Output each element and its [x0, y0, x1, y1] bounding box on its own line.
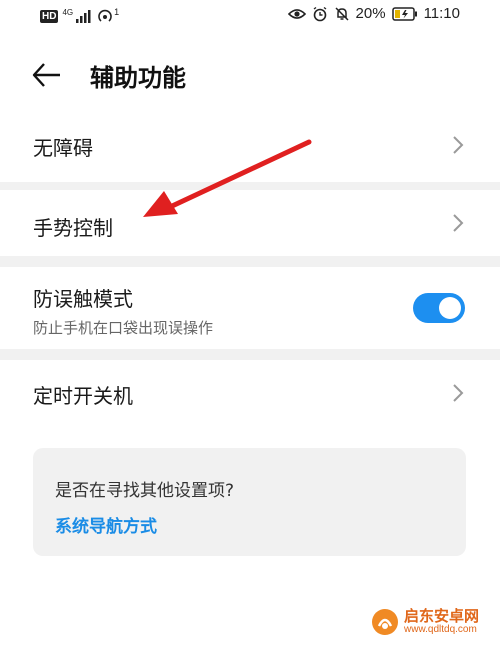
- watermark-title: 启东安卓网: [404, 607, 480, 625]
- settings-row-gesture-control[interactable]: 手势控制: [0, 190, 500, 256]
- suggestion-question: 是否在寻找其他设置项?: [55, 481, 235, 501]
- page-title: 辅助功能: [90, 64, 186, 92]
- chevron-right-icon: [453, 214, 464, 232]
- watermark-url: www.qdltdq.com: [404, 624, 477, 635]
- row-label: 定时开关机: [33, 384, 133, 408]
- section-divider: [0, 349, 500, 360]
- status-bar: HD 4G 1 20% 11:10: [0, 0, 500, 32]
- pocket-mode-toggle[interactable]: [413, 293, 465, 323]
- sim-index: 1: [114, 7, 120, 17]
- status-bar-right: 20% 11:10: [287, 5, 460, 22]
- chevron-right-icon: [453, 384, 464, 402]
- network-type: 4G: [62, 8, 74, 17]
- battery-icon: [391, 6, 417, 21]
- row-label: 无障碍: [33, 136, 93, 160]
- row-label: 手势控制: [33, 216, 113, 240]
- settings-row-scheduled-power[interactable]: 定时开关机: [0, 360, 500, 426]
- header: 辅助功能: [0, 50, 500, 100]
- battery-percent: 20%: [355, 5, 386, 22]
- alarm-icon: [313, 6, 326, 21]
- settings-row-accessibility[interactable]: 无障碍: [0, 108, 500, 182]
- eye-comfort-icon: [287, 8, 306, 19]
- signal-icon: [76, 10, 91, 23]
- back-button[interactable]: [30, 60, 70, 90]
- chevron-right-icon: [453, 136, 464, 154]
- suggestion-card: 是否在寻找其他设置项? 系统导航方式: [33, 448, 466, 556]
- back-arrow-icon: [32, 63, 60, 87]
- section-divider: [0, 256, 500, 267]
- watermark: 启东安卓网 www.qdltdq.com: [372, 608, 479, 635]
- watermark-logo-icon: [372, 608, 398, 635]
- hd-badge: HD: [40, 9, 59, 23]
- wifi-hotspot-icon: [98, 9, 112, 22]
- mute-icon: [335, 6, 349, 21]
- system-navigation-link[interactable]: 系统导航方式: [55, 512, 157, 537]
- row-label: 防误触模式: [33, 287, 133, 311]
- watermark-text: 启东安卓网 www.qdltdq.com: [404, 608, 479, 635]
- section-divider: [0, 182, 500, 190]
- status-bar-left: HD 4G 1: [40, 7, 120, 24]
- row-subtitle: 防止手机在口袋出现误操作: [33, 319, 214, 337]
- toggle-knob: [439, 297, 461, 319]
- clock: 11:10: [423, 5, 460, 22]
